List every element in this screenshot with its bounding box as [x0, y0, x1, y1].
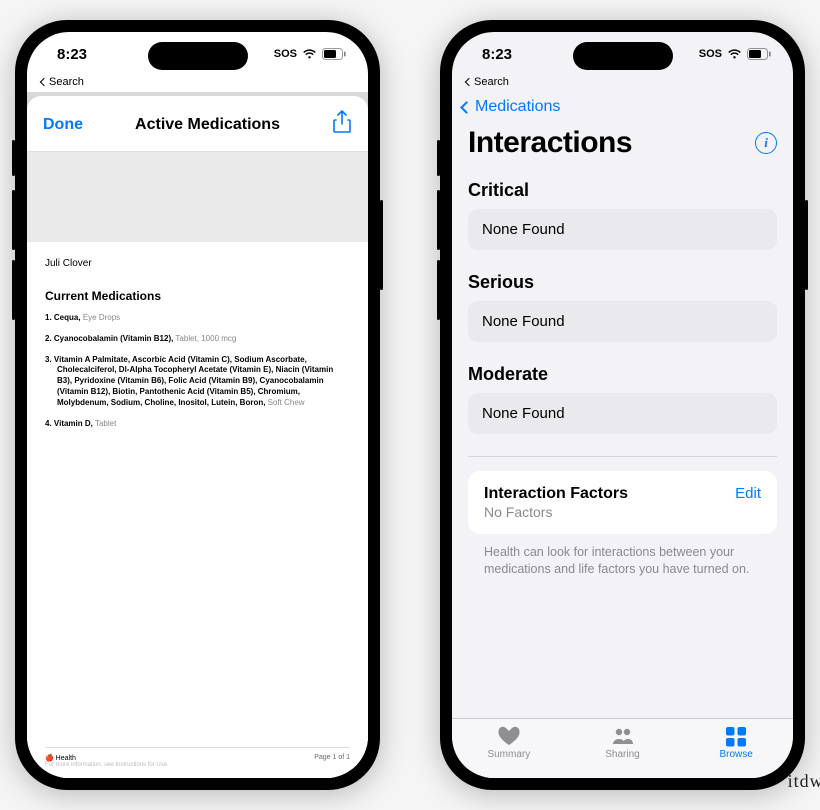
document-user-name: Juli Clover [45, 258, 350, 269]
wifi-icon [302, 49, 317, 60]
battery-icon [322, 48, 346, 60]
tab-summary[interactable]: Summary [452, 725, 566, 760]
chevron-left-icon [40, 78, 48, 86]
tab-label: Browse [720, 749, 753, 760]
info-button[interactable]: i [755, 132, 777, 154]
back-to-medications[interactable]: Medications [452, 92, 793, 120]
dynamic-island [148, 42, 248, 70]
modal-preview-gap [27, 152, 368, 242]
tab-bar: Summary Sharing Browse [452, 718, 793, 778]
page-title: Interactions [468, 126, 632, 160]
status-sos: SOS [699, 48, 722, 60]
tab-browse[interactable]: Browse [679, 725, 793, 760]
medication-item: 4. Vitamin D, Tablet [45, 419, 350, 430]
search-back-link[interactable]: Search [452, 76, 793, 92]
document-page-number: Page 1 of 1 [314, 754, 350, 768]
heart-icon [497, 725, 521, 747]
document-preview[interactable]: Juli Clover Current Medications 1. Cequa… [27, 242, 368, 778]
status-sos: SOS [274, 48, 297, 60]
phone-left: 8:23 SOS Search Done Active Medications [15, 20, 380, 790]
factors-title: Interaction Factors [484, 485, 628, 503]
status-time: 8:23 [57, 46, 87, 63]
dynamic-island [573, 42, 673, 70]
phone-right: 8:23 SOS Search Medications Interactions… [440, 20, 805, 790]
medication-item: 2. Cyanocobalamin (Vitamin B12), Tablet,… [45, 334, 350, 345]
edit-factors-button[interactable]: Edit [735, 485, 761, 502]
severity-heading-critical: Critical [468, 180, 777, 201]
wifi-icon [727, 49, 742, 60]
watermark: itdw.cn [788, 771, 820, 792]
severity-heading-moderate: Moderate [468, 364, 777, 385]
factors-subtitle: No Factors [484, 504, 628, 520]
people-icon [611, 725, 635, 747]
done-button[interactable]: Done [43, 116, 83, 134]
chevron-left-icon [465, 78, 473, 86]
search-back-link[interactable]: Search [27, 76, 368, 92]
tab-sharing[interactable]: Sharing [566, 725, 680, 760]
tab-label: Sharing [605, 749, 639, 760]
back-label: Medications [475, 98, 560, 116]
status-time: 8:23 [482, 46, 512, 63]
search-back-label: Search [474, 76, 509, 88]
document-section-heading: Current Medications [45, 289, 350, 303]
severity-result-critical[interactable]: None Found [468, 209, 777, 250]
factors-note: Health can look for interactions between… [468, 534, 777, 578]
severity-result-serious[interactable]: None Found [468, 301, 777, 342]
chevron-left-icon [460, 101, 473, 114]
interaction-factors-card[interactable]: Interaction Factors No Factors Edit [468, 471, 777, 534]
severity-result-moderate[interactable]: None Found [468, 393, 777, 434]
document-footer: 🍎 Health For more information, see Instr… [45, 747, 350, 768]
tab-label: Summary [487, 749, 530, 760]
active-medications-modal: Done Active Medications Juli Clover Curr… [27, 96, 368, 778]
medication-item: 3. Vitamin A Palmitate, Ascorbic Acid (V… [45, 355, 350, 409]
search-back-label: Search [49, 76, 84, 88]
severity-heading-serious: Serious [468, 272, 777, 293]
modal-title: Active Medications [135, 116, 280, 134]
battery-icon [747, 48, 771, 60]
share-button[interactable] [332, 110, 352, 139]
medication-item: 1. Cequa, Eye Drops [45, 313, 350, 324]
grid-icon [724, 725, 748, 747]
